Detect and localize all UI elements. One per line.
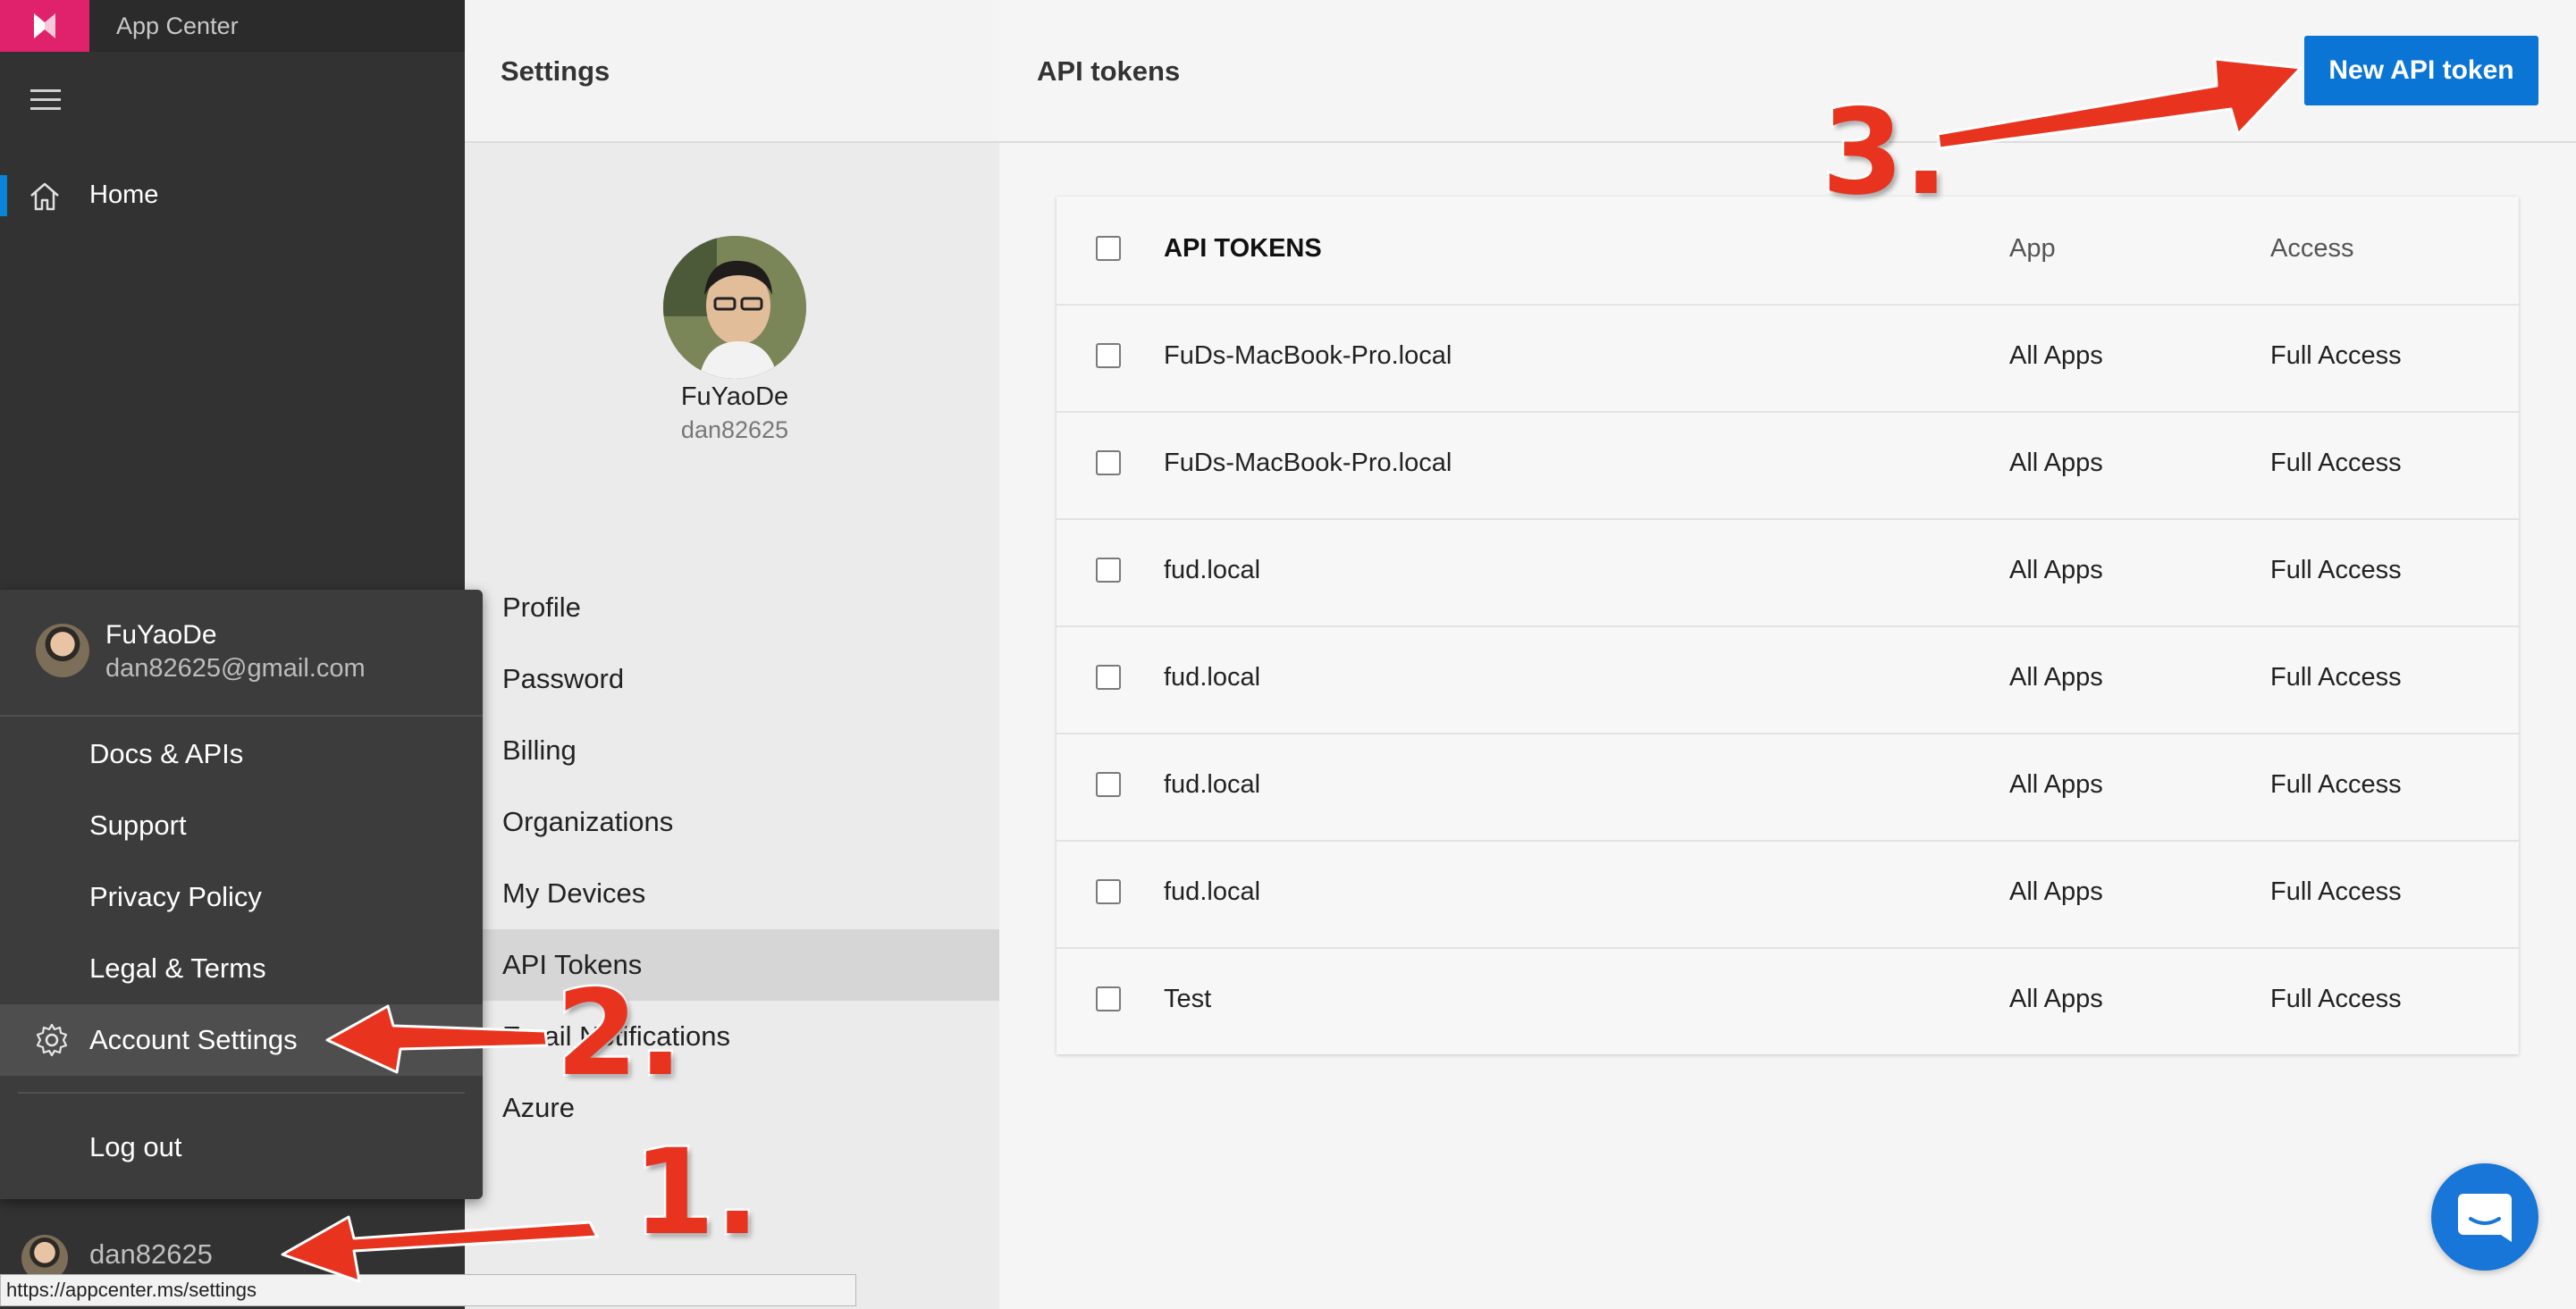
token-access: Full Access xyxy=(2270,341,2402,370)
row-checkbox[interactable] xyxy=(1096,558,1121,583)
settings-item-label: Billing xyxy=(502,734,577,766)
table-row[interactable]: FuDs-MacBook-Pro.local All Apps Full Acc… xyxy=(1056,304,2519,413)
settings-panel: Settings FuYaoDe dan82625 Profile Passwo… xyxy=(465,0,999,1309)
account-menu: FuYaoDe dan82625@gmail.com Docs & APIs S… xyxy=(0,590,483,1199)
settings-item-organizations[interactable]: Organizations xyxy=(465,792,999,856)
menu-item-label: Account Settings xyxy=(89,1024,298,1055)
select-all-checkbox[interactable] xyxy=(1096,236,1121,261)
token-app: All Apps xyxy=(2009,770,2103,799)
settings-header: Settings xyxy=(465,0,999,143)
profile-avatar xyxy=(663,236,806,379)
settings-item-label: Password xyxy=(502,663,625,694)
menu-item-docs-apis[interactable]: Docs & APIs xyxy=(0,718,483,790)
profile-name: FuYaoDe xyxy=(680,382,789,411)
table-row[interactable]: fud.local All Apps Full Access xyxy=(1056,625,2519,734)
token-access: Full Access xyxy=(2270,556,2402,584)
chat-support-icon[interactable] xyxy=(2431,1163,2538,1271)
menu-item-account-settings[interactable]: Account Settings xyxy=(0,1004,483,1076)
menu-item-legal-terms[interactable]: Legal & Terms xyxy=(0,933,483,1004)
app-title: App Center xyxy=(116,13,239,39)
row-checkbox[interactable] xyxy=(1096,450,1121,475)
token-access: Full Access xyxy=(2270,770,2402,799)
gear-icon xyxy=(36,1023,68,1057)
nav-item-home[interactable]: Home xyxy=(0,170,465,222)
settings-item-label: Azure xyxy=(502,1092,575,1123)
settings-item-label: Email Notifications xyxy=(502,1020,730,1052)
menu-divider xyxy=(18,1092,465,1094)
api-tokens-table: API TOKENS App Access FuDs-MacBook-Pro.l… xyxy=(1056,197,2519,1054)
nav-top-bar: App Center xyxy=(0,0,465,52)
menu-item-label: Privacy Policy xyxy=(89,881,262,912)
page-title: API tokens xyxy=(1037,55,1181,87)
table-row[interactable]: Test All Apps Full Access xyxy=(1056,947,2519,1054)
settings-item-azure[interactable]: Azure xyxy=(465,1078,999,1142)
settings-item-email-notifications[interactable]: Email Notifications xyxy=(465,1006,999,1070)
token-app: All Apps xyxy=(2009,877,2103,906)
table-row[interactable]: FuDs-MacBook-Pro.local All Apps Full Acc… xyxy=(1056,411,2519,520)
header-app[interactable]: App xyxy=(2009,234,2056,264)
menu-item-label: Support xyxy=(89,810,187,841)
settings-item-billing[interactable]: Billing xyxy=(465,720,999,785)
table-row[interactable]: fud.local All Apps Full Access xyxy=(1056,733,2519,842)
token-name: FuDs-MacBook-Pro.local xyxy=(1164,449,1452,477)
settings-item-profile[interactable]: Profile xyxy=(465,577,999,642)
settings-item-label: Profile xyxy=(502,592,581,623)
menu-item-log-out[interactable]: Log out xyxy=(0,1112,483,1183)
settings-item-label: My Devices xyxy=(502,877,646,909)
app-center-logo-icon[interactable] xyxy=(0,0,89,52)
token-name: fud.local xyxy=(1164,877,1261,906)
menu-user-name: FuYaoDe xyxy=(105,620,217,650)
token-app: All Apps xyxy=(2009,985,2103,1013)
nav-home-label: Home xyxy=(89,180,159,209)
row-checkbox[interactable] xyxy=(1096,665,1121,690)
token-name: Test xyxy=(1164,985,1212,1013)
menu-user-avatar xyxy=(36,624,89,677)
new-api-token-button[interactable]: New API token xyxy=(2304,36,2538,105)
row-checkbox[interactable] xyxy=(1096,343,1121,368)
settings-title: Settings xyxy=(501,55,610,87)
menu-user-email: dan82625@gmail.com xyxy=(105,654,366,683)
header-api-tokens: API TOKENS xyxy=(1164,234,1322,263)
profile-handle: dan82625 xyxy=(680,416,789,443)
menu-item-label: Log out xyxy=(89,1131,182,1162)
token-app: All Apps xyxy=(2009,556,2103,584)
settings-item-password[interactable]: Password xyxy=(465,649,999,713)
token-access: Full Access xyxy=(2270,663,2402,692)
nav-user-button[interactable]: dan82625 xyxy=(0,1231,465,1281)
token-access: Full Access xyxy=(2270,877,2402,906)
header-access[interactable]: Access xyxy=(2270,234,2353,264)
token-name: fud.local xyxy=(1164,770,1261,799)
hamburger-menu-icon[interactable] xyxy=(30,89,61,111)
row-checkbox[interactable] xyxy=(1096,772,1121,797)
row-checkbox[interactable] xyxy=(1096,879,1121,904)
settings-item-label: API Tokens xyxy=(502,949,643,980)
menu-item-support[interactable]: Support xyxy=(0,790,483,861)
token-app: All Apps xyxy=(2009,449,2103,477)
settings-item-label: Organizations xyxy=(502,806,674,837)
token-access: Full Access xyxy=(2270,449,2402,477)
active-marker xyxy=(0,175,7,216)
table-header-row: API TOKENS App Access xyxy=(1056,197,2519,306)
token-app: All Apps xyxy=(2009,663,2103,692)
token-app: All Apps xyxy=(2009,341,2103,370)
home-icon xyxy=(30,182,59,211)
token-access: Full Access xyxy=(2270,985,2402,1013)
token-name: fud.local xyxy=(1164,556,1261,584)
main-content: API tokens New API token API TOKENS App … xyxy=(999,0,2576,1309)
menu-item-label: Legal & Terms xyxy=(89,952,266,984)
status-bar-url: https://appcenter.ms/settings xyxy=(0,1274,856,1306)
token-name: FuDs-MacBook-Pro.local xyxy=(1164,341,1452,370)
settings-item-api-tokens[interactable]: API Tokens xyxy=(465,929,999,1001)
menu-divider xyxy=(0,715,483,717)
token-name: fud.local xyxy=(1164,663,1261,692)
main-header: API tokens New API token xyxy=(999,0,2576,143)
menu-item-privacy-policy[interactable]: Privacy Policy xyxy=(0,861,483,933)
row-checkbox[interactable] xyxy=(1096,986,1121,1011)
menu-item-label: Docs & APIs xyxy=(89,738,244,769)
table-row[interactable]: fud.local All Apps Full Access xyxy=(1056,840,2519,949)
nav-username: dan82625 xyxy=(89,1238,213,1270)
table-row[interactable]: fud.local All Apps Full Access xyxy=(1056,518,2519,627)
settings-item-my-devices[interactable]: My Devices xyxy=(465,863,999,927)
